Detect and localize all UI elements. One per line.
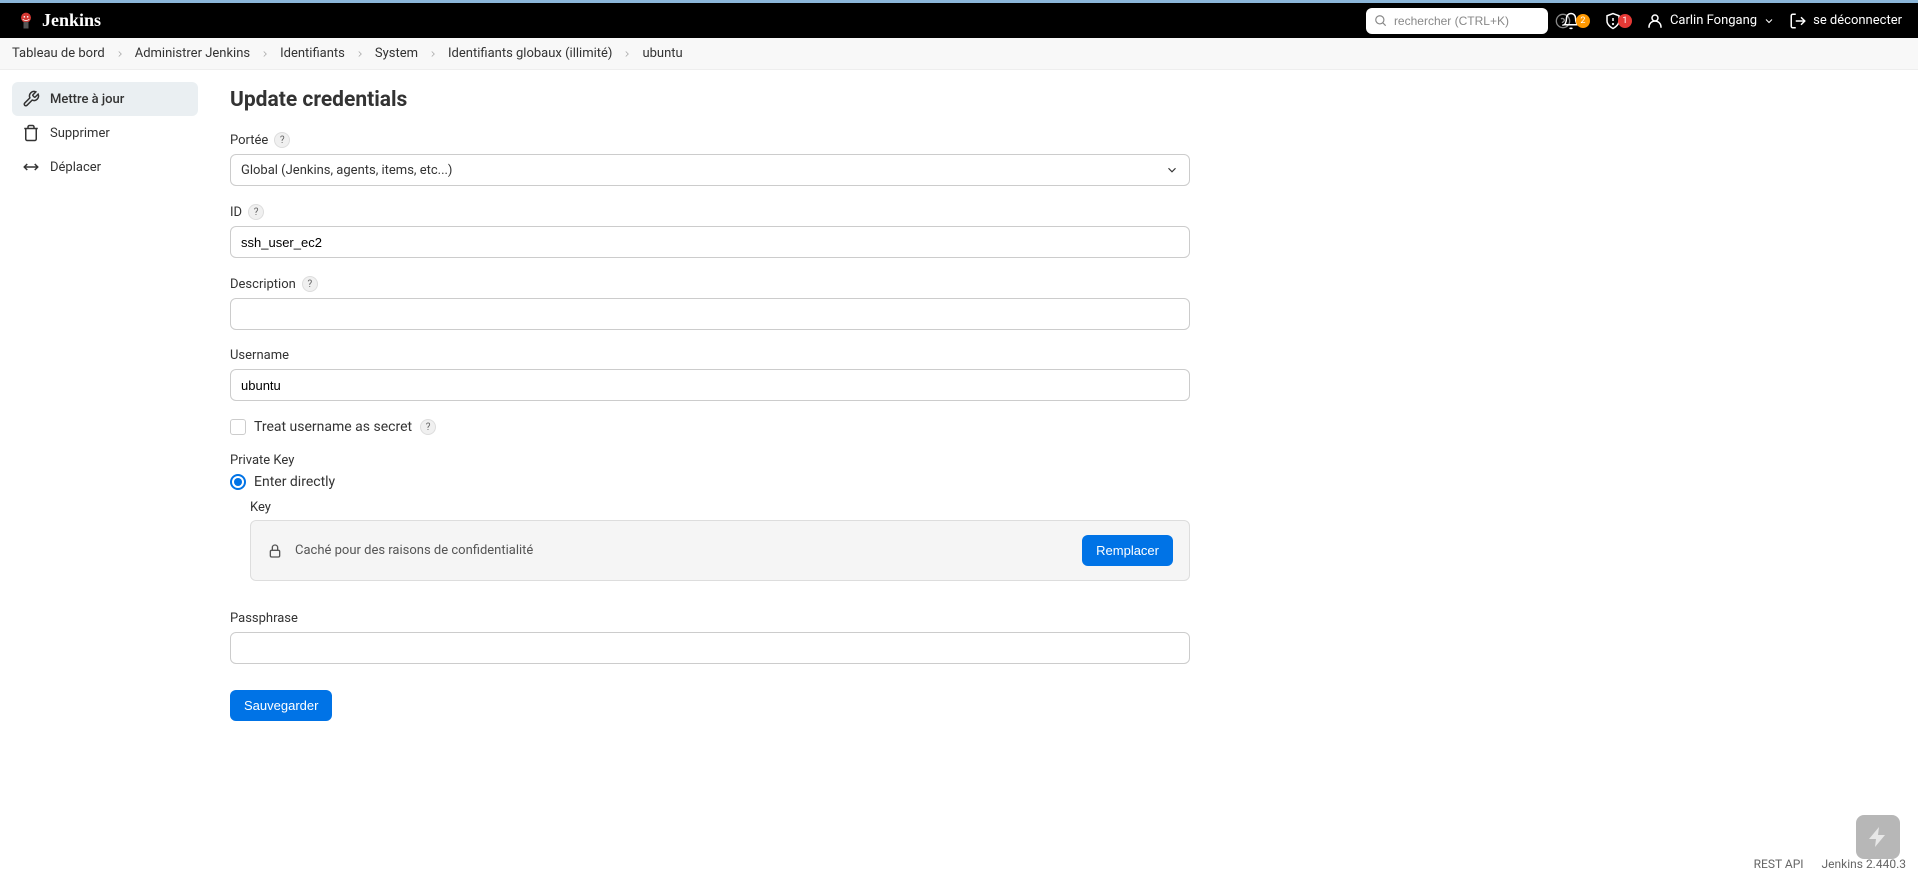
search-input[interactable] [1394, 14, 1549, 28]
treat-secret-label: Treat username as secret [254, 419, 412, 435]
search-icon [1374, 14, 1388, 28]
scope-select[interactable]: Global (Jenkins, agents, items, etc...) [230, 154, 1190, 186]
logout-button[interactable]: se déconnecter [1789, 12, 1902, 30]
key-box: Caché pour des raisons de confidentialit… [250, 520, 1190, 581]
breadcrumb-dashboard[interactable]: Tableau de bord [12, 46, 105, 61]
description-label: Description [230, 277, 296, 292]
chevron-down-icon [1165, 163, 1179, 177]
sidebar-item-update[interactable]: Mettre à jour [12, 82, 198, 116]
scope-group: Portée ? Global (Jenkins, agents, items,… [230, 132, 1190, 186]
sidebar-item-delete[interactable]: Supprimer [12, 116, 198, 150]
sidebar-item-label: Déplacer [50, 160, 101, 175]
footer: REST API Jenkins 2.440.3 [1754, 857, 1906, 871]
sidebar-item-label: Supprimer [50, 126, 110, 141]
chevron-right-icon [260, 49, 270, 59]
lock-icon [267, 543, 283, 559]
chevron-down-icon [1763, 15, 1775, 27]
notifications-button[interactable]: 2 [1562, 12, 1590, 30]
key-hidden: Caché pour des raisons de confidentialit… [267, 543, 533, 559]
key-section: Key Caché pour des raisons de confidenti… [250, 500, 1190, 581]
app-name: Jenkins [42, 10, 101, 31]
main-content: Update credentials Portée ? Global (Jenk… [210, 70, 1210, 739]
header: Jenkins 2 1 Carlin Fongang se déconnecte… [0, 0, 1918, 38]
chevron-right-icon [622, 49, 632, 59]
notification-badge: 2 [1576, 14, 1590, 28]
user-name: Carlin Fongang [1670, 13, 1757, 28]
replace-button[interactable]: Remplacer [1082, 535, 1173, 566]
passphrase-group: Passphrase [230, 611, 1190, 664]
user-menu[interactable]: Carlin Fongang [1646, 12, 1775, 30]
float-widget[interactable] [1856, 815, 1900, 859]
wrench-icon [22, 90, 40, 108]
alert-badge: 1 [1618, 14, 1632, 28]
username-group: Username [230, 348, 1190, 401]
breadcrumb-manage[interactable]: Administrer Jenkins [135, 46, 250, 61]
chevron-right-icon [355, 49, 365, 59]
save-button[interactable]: Sauvegarder [230, 690, 332, 721]
username-input[interactable] [230, 369, 1190, 401]
enter-directly-radio[interactable] [230, 474, 246, 490]
page-title: Update credentials [230, 88, 1190, 112]
enter-directly-label: Enter directly [254, 474, 335, 490]
breadcrumb-credentials[interactable]: Identifiants [280, 46, 345, 61]
header-left: Jenkins [16, 10, 101, 32]
logout-icon [1789, 12, 1807, 30]
private-key-group: Private Key Enter directly Key Caché pou… [230, 453, 1190, 581]
username-label: Username [230, 348, 289, 363]
bolt-icon [1866, 825, 1890, 849]
description-input[interactable] [230, 298, 1190, 330]
passphrase-label: Passphrase [230, 611, 298, 626]
sidebar-item-label: Mettre à jour [50, 92, 124, 107]
help-icon[interactable]: ? [420, 419, 436, 435]
trash-icon [22, 124, 40, 142]
description-group: Description ? [230, 276, 1190, 330]
scope-value: Global (Jenkins, agents, items, etc...) [241, 163, 452, 178]
help-icon[interactable]: ? [248, 204, 264, 220]
sidebar-item-move[interactable]: Déplacer [12, 150, 198, 184]
id-group: ID ? [230, 204, 1190, 258]
move-icon [22, 158, 40, 176]
breadcrumb-global[interactable]: Identifiants globaux (illimité) [448, 46, 612, 61]
rest-api-link[interactable]: REST API [1754, 857, 1804, 871]
jenkins-icon [16, 10, 36, 32]
chevron-right-icon [428, 49, 438, 59]
layout: Mettre à jour Supprimer Déplacer Update … [0, 70, 1918, 739]
jenkins-logo[interactable]: Jenkins [16, 10, 101, 32]
alerts-button[interactable]: 1 [1604, 12, 1632, 30]
breadcrumb-ubuntu[interactable]: ubuntu [642, 46, 682, 61]
user-icon [1646, 12, 1664, 30]
id-label: ID [230, 205, 242, 220]
breadcrumb-system[interactable]: System [375, 46, 418, 61]
help-icon[interactable]: ? [302, 276, 318, 292]
treat-secret-checkbox[interactable] [230, 419, 246, 435]
logout-label: se déconnecter [1813, 13, 1902, 28]
sidebar: Mettre à jour Supprimer Déplacer [0, 70, 210, 739]
help-icon[interactable]: ? [274, 132, 290, 148]
header-right: 2 1 Carlin Fongang se déconnecter [1366, 8, 1902, 34]
breadcrumb: Tableau de bord Administrer Jenkins Iden… [0, 38, 1918, 70]
search-container [1366, 8, 1548, 34]
passphrase-input[interactable] [230, 632, 1190, 664]
key-label: Key [250, 500, 1190, 515]
key-hidden-text: Caché pour des raisons de confidentialit… [295, 543, 533, 558]
id-input[interactable] [230, 226, 1190, 258]
chevron-right-icon [115, 49, 125, 59]
private-key-label: Private Key [230, 453, 294, 468]
treat-secret-group: Treat username as secret ? [230, 419, 1190, 435]
version-label: Jenkins 2.440.3 [1822, 857, 1906, 871]
scope-label: Portée [230, 133, 268, 148]
